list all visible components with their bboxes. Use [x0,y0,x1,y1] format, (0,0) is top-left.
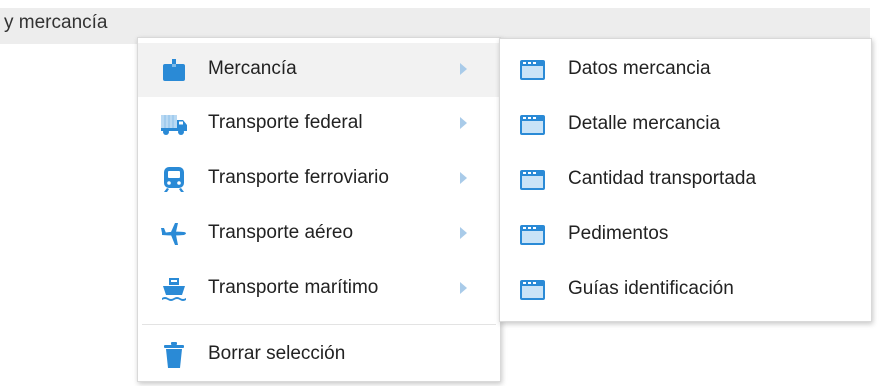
submenu-item-detalle-mercancia[interactable]: Detalle mercancia [500,98,871,152]
submenu-item-cantidad-transportada[interactable]: Cantidad transportada [500,153,871,207]
submenu-item-label: Cantidad transportada [568,168,757,189]
menu-item-label: Transporte marítimo [208,277,379,298]
menu-item-label: Transporte federal [208,112,363,133]
train-icon [160,166,188,192]
window-icon [520,225,545,245]
submenu-item-label: Datos mercancia [568,58,711,79]
package-icon [160,57,188,83]
ship-icon [160,276,188,302]
menu-item-borrar-seleccion[interactable]: Borrar selección [138,328,500,382]
submenu: Datos mercancia Detalle mercancia Cantid… [499,38,872,322]
submenu-item-label: Guías identificación [568,278,734,299]
window-icon [520,280,545,300]
window-icon [520,115,545,135]
airplane-icon [160,221,188,247]
menu-item-label: Borrar selección [208,343,346,364]
menubar-label[interactable]: y mercancía [4,12,107,34]
chevron-right-icon [458,171,468,185]
chevron-right-icon [458,226,468,240]
menu-item-transporte-maritimo[interactable]: Transporte marítimo [138,262,500,316]
submenu-item-label: Pedimentos [568,223,669,244]
menu-item-label: Transporte ferroviario [208,167,389,188]
trash-icon [160,342,188,368]
chevron-right-icon [458,62,468,76]
menu-item-label: Transporte aéreo [208,222,354,243]
menu-separator [142,324,496,325]
submenu-item-guias-identificacion[interactable]: Guías identificación [500,263,871,317]
menu-item-mercancia[interactable]: Mercancía [138,43,500,97]
menu-item-label: Mercancía [208,58,297,79]
submenu-item-datos-mercancia[interactable]: Datos mercancia [500,43,871,97]
menu-item-transporte-ferroviario[interactable]: Transporte ferroviario [138,152,500,206]
window-icon [520,170,545,190]
window-icon [520,60,545,80]
submenu-item-label: Detalle mercancia [568,113,721,134]
chevron-right-icon [458,116,468,130]
main-menu: Mercancía Transporte federal Transporte … [137,37,501,382]
truck-icon [160,111,188,137]
chevron-right-icon [458,281,468,295]
menu-item-transporte-federal[interactable]: Transporte federal [138,97,500,151]
submenu-item-pedimentos[interactable]: Pedimentos [500,208,871,262]
menu-item-transporte-aereo[interactable]: Transporte aéreo [138,207,500,261]
